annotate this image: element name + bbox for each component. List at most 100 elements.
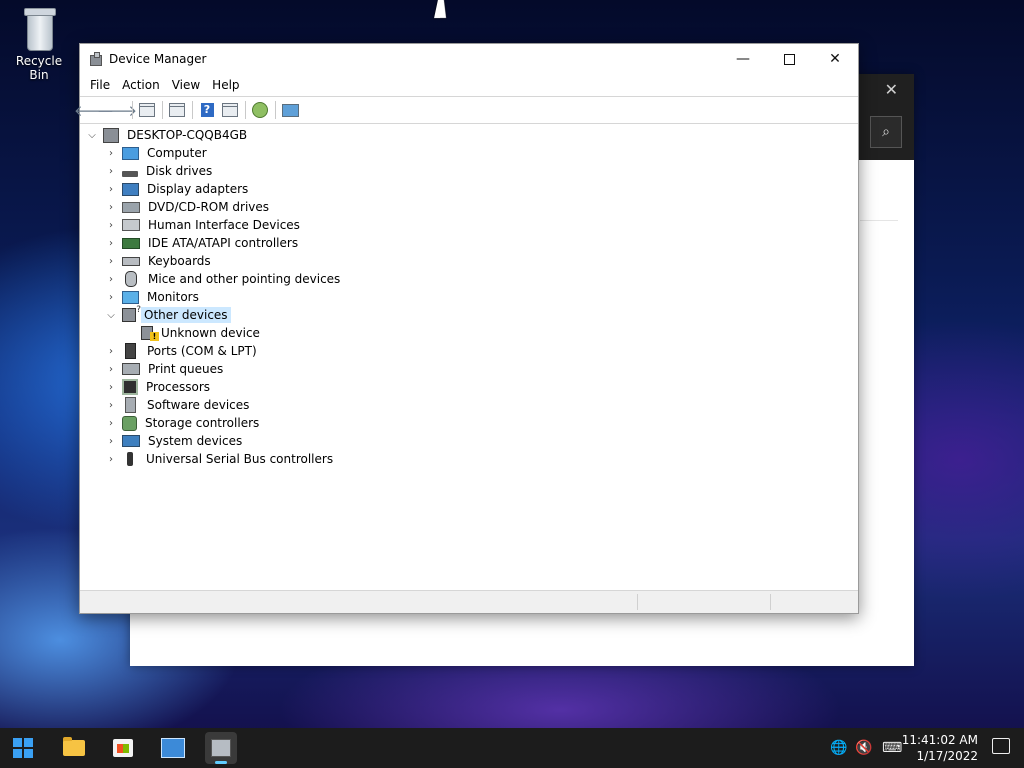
tree-item-system-devices[interactable]: › System devices <box>80 432 858 450</box>
tree-item-disk-drives[interactable]: › Disk drives <box>80 162 858 180</box>
tree-root[interactable]: ⌵ DESKTOP-CQQB4GB <box>80 126 858 144</box>
control-panel-button[interactable] <box>157 732 189 764</box>
chevron-right-icon[interactable]: › <box>104 288 118 306</box>
menu-view[interactable]: View <box>166 78 206 92</box>
background-close-icon[interactable]: ✕ <box>885 80 898 99</box>
chevron-right-icon[interactable]: › <box>104 396 118 414</box>
close-button[interactable]: ✕ <box>812 44 858 74</box>
menu-file[interactable]: File <box>84 78 116 92</box>
tree-item-unknown-device[interactable]: Unknown device <box>80 324 858 342</box>
chevron-right-icon[interactable]: › <box>104 252 118 270</box>
microsoft-store-button[interactable] <box>107 732 139 764</box>
minimize-button[interactable]: — <box>720 44 766 74</box>
toolbar-separator <box>275 101 276 119</box>
unknown-device-warning-icon <box>141 326 159 341</box>
clock-time: 11:41:02 AM <box>901 733 978 747</box>
recycle-bin[interactable]: Recycle Bin <box>6 6 72 82</box>
tree-item-dvd-drives[interactable]: › DVD/CD-ROM drives <box>80 198 858 216</box>
recycle-bin-label: Recycle Bin <box>15 54 63 82</box>
device-manager-window[interactable]: Device Manager — ✕ File Action View Help… <box>74 43 859 614</box>
display-adapter-icon <box>122 182 139 196</box>
hid-icon <box>122 219 140 231</box>
tree-item-storage-controllers[interactable]: › Storage controllers <box>80 414 858 432</box>
start-icon <box>13 738 33 758</box>
computer-icon <box>122 146 139 160</box>
tree-item-label: Display adapters <box>147 182 249 196</box>
chevron-right-icon[interactable]: › <box>104 270 118 288</box>
tree-item-label: Ports (COM & LPT) <box>147 344 257 358</box>
chevron-right-icon[interactable]: › <box>104 180 118 198</box>
view-icon[interactable] <box>220 101 240 119</box>
language-icon[interactable]: 🌐 <box>830 728 847 768</box>
chevron-right-icon[interactable]: › <box>104 414 118 432</box>
background-search-icon[interactable]: ⌕ <box>870 116 902 148</box>
chevron-right-icon[interactable]: › <box>104 216 118 234</box>
notification-icon[interactable] <box>992 738 1010 754</box>
tree-item-label: Software devices <box>147 398 250 412</box>
properties-icon[interactable] <box>167 101 187 119</box>
usb-icon <box>127 452 133 466</box>
start-button[interactable] <box>7 732 39 764</box>
scan-hardware-icon[interactable] <box>250 101 270 119</box>
tree-item-display-adapters[interactable]: › Display adapters <box>80 180 858 198</box>
chevron-down-icon[interactable]: ⌵ <box>85 126 99 144</box>
menu-help[interactable]: Help <box>206 78 245 92</box>
tree-item-monitors[interactable]: › Monitors <box>80 288 858 306</box>
window-title: Device Manager <box>109 52 207 66</box>
chevron-right-icon[interactable]: › <box>104 234 118 252</box>
chevron-right-icon[interactable]: › <box>104 198 118 216</box>
toolbar-separator <box>192 101 193 119</box>
network-icon[interactable]: 🔇 <box>855 728 872 768</box>
status-pane <box>770 594 771 610</box>
device-tree[interactable]: ⌵ DESKTOP-CQQB4GB › Computer › Disk driv… <box>80 126 858 591</box>
menu-action[interactable]: Action <box>116 78 166 92</box>
file-explorer-button[interactable] <box>58 732 90 764</box>
status-pane <box>637 594 638 610</box>
chevron-down-icon[interactable]: ⌵ <box>104 306 118 324</box>
maximize-button[interactable] <box>766 44 812 74</box>
tree-item-computer[interactable]: › Computer <box>80 144 858 162</box>
monitor-icon <box>122 290 139 304</box>
tree-item-print-queues[interactable]: › Print queues <box>80 360 858 378</box>
tree-item-label: System devices <box>148 434 243 448</box>
file-explorer-icon <box>63 737 85 756</box>
forward-icon[interactable]: 🡒 <box>97 101 137 120</box>
chevron-right-icon[interactable]: › <box>104 432 118 450</box>
clock[interactable]: 11:41:02 AM 1/17/2022 <box>902 732 978 764</box>
show-hide-console-tree-icon[interactable] <box>137 101 157 119</box>
chevron-right-icon[interactable]: › <box>104 162 118 180</box>
control-panel-icon <box>161 738 185 758</box>
tree-item-hid[interactable]: › Human Interface Devices <box>80 216 858 234</box>
toolbar-separator <box>132 101 133 119</box>
tree-item-usb-controllers[interactable]: › Universal Serial Bus controllers <box>80 450 858 468</box>
tree-root-label: DESKTOP-CQQB4GB <box>127 128 248 142</box>
monitor-icon[interactable] <box>280 101 300 119</box>
clock-date: 1/17/2022 <box>916 749 978 763</box>
mouse-icon <box>125 271 137 287</box>
keyboard-icon[interactable]: ⌨ <box>882 728 902 768</box>
tree-item-processors[interactable]: › Processors <box>80 378 858 396</box>
tree-item-label: Keyboards <box>148 254 211 268</box>
software-device-icon <box>125 397 136 413</box>
tree-item-other-devices[interactable]: ⌵ Other devices <box>80 305 858 324</box>
tree-item-keyboards[interactable]: › Keyboards <box>80 252 858 270</box>
other-devices-icon <box>122 305 141 322</box>
toolbar-separator <box>162 101 163 119</box>
help-icon[interactable]: ? <box>197 101 217 119</box>
chevron-right-icon[interactable]: › <box>104 342 118 360</box>
tree-item-label: Computer <box>147 146 207 160</box>
title-bar[interactable]: Device Manager — ✕ <box>80 44 858 74</box>
tree-item-software-devices[interactable]: › Software devices <box>80 396 858 414</box>
tree-item-ports[interactable]: › Ports (COM & LPT) <box>80 342 858 360</box>
tree-item-ide-controllers[interactable]: › IDE ATA/ATAPI controllers <box>80 234 858 252</box>
chevron-right-icon[interactable]: › <box>104 378 118 396</box>
keyboard-icon <box>122 256 140 266</box>
divider <box>860 220 898 221</box>
chevron-right-icon[interactable]: › <box>104 450 118 468</box>
chevron-right-icon[interactable]: › <box>104 144 118 162</box>
tree-item-label: Monitors <box>147 290 199 304</box>
computer-root-icon <box>103 127 119 143</box>
chevron-right-icon[interactable]: › <box>104 360 118 378</box>
tree-item-mice[interactable]: › Mice and other pointing devices <box>80 270 858 288</box>
device-manager-taskbar-button[interactable] <box>205 732 237 764</box>
